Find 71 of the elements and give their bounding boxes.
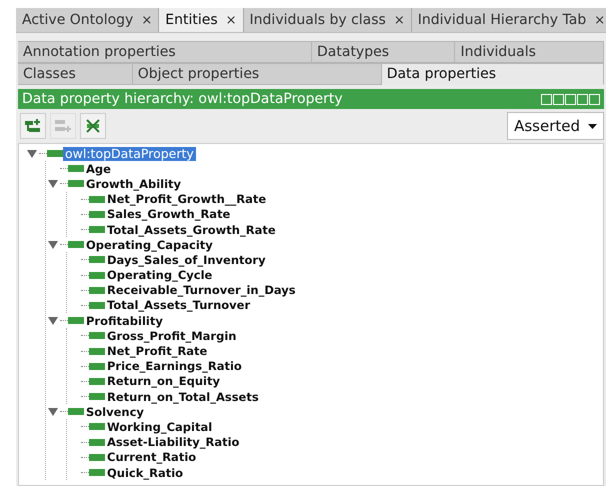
- data-property-icon: [89, 348, 105, 355]
- tree-item[interactable]: Age: [84, 162, 113, 176]
- entity-tab[interactable]: Individuals: [455, 41, 604, 63]
- close-icon[interactable]: ×: [226, 12, 237, 28]
- data-property-icon: [89, 332, 105, 340]
- data-property-icon: [68, 241, 84, 248]
- tree-item[interactable]: Receivable_Turnover_in_Days: [105, 283, 298, 298]
- tree-item[interactable]: Operating_Cycle: [105, 268, 214, 282]
- tree-item[interactable]: Quick_Ratio: [105, 466, 186, 480]
- data-property-icon: [89, 196, 105, 203]
- tree-item[interactable]: Solvency: [84, 404, 146, 419]
- data-property-icon: [68, 317, 84, 324]
- tree-item[interactable]: Net_Profit_Growth__Rate: [105, 192, 268, 206]
- close-icon[interactable]: ×: [594, 12, 606, 28]
- expand-toggle[interactable]: [46, 406, 60, 417]
- delete-button[interactable]: [80, 113, 106, 139]
- delete-icon: [84, 118, 102, 134]
- tree-item[interactable]: Asset-Liability_Ratio: [105, 435, 242, 450]
- tree-item[interactable]: Gross_Profit_Margin: [105, 328, 238, 343]
- data-property-icon: [89, 362, 105, 370]
- data-property-icon: [68, 408, 84, 416]
- close-icon[interactable]: ×: [141, 12, 152, 28]
- tree-item[interactable]: Growth_Ability: [84, 176, 184, 191]
- tree-item[interactable]: Total_Assets_Growth_Rate: [105, 222, 278, 237]
- data-property-icon: [68, 180, 84, 188]
- data-property-icon: [89, 423, 105, 430]
- tree-item[interactable]: Days_Sales_of_Inventory: [105, 252, 268, 267]
- data-property-icon: [68, 165, 84, 172]
- data-property-icon: [89, 393, 105, 400]
- data-property-icon: [89, 272, 105, 279]
- data-property-icon: [89, 226, 105, 234]
- mode-dropdown[interactable]: Asserted: [507, 112, 604, 140]
- entity-tab[interactable]: Datatypes: [312, 41, 456, 63]
- tab[interactable]: Active Ontology ×: [16, 8, 160, 32]
- tree-item[interactable]: Price_Earnings_Ratio: [105, 359, 244, 374]
- data-property-icon: [89, 256, 105, 264]
- expand-toggle[interactable]: [46, 240, 60, 250]
- data-property-icon: [89, 302, 105, 309]
- tree-item[interactable]: Working_Capital: [105, 420, 214, 434]
- expand-toggle[interactable]: [46, 316, 60, 326]
- add-subproperty-icon: [24, 118, 42, 134]
- tree-item[interactable]: owl:topDataProperty: [63, 146, 196, 161]
- tree-item[interactable]: Profitability: [84, 314, 165, 328]
- tree-item[interactable]: Sales_Growth_Rate: [105, 207, 232, 222]
- tree-item[interactable]: Return_on_Equity: [105, 374, 222, 388]
- data-property-icon: [89, 286, 105, 294]
- close-icon[interactable]: ×: [394, 12, 405, 28]
- data-property-icon: [89, 378, 105, 385]
- data-property-icon: [89, 438, 105, 446]
- tab[interactable]: Individual Hierarchy Tab ×: [412, 8, 606, 32]
- tree-item[interactable]: Operating_Capacity: [84, 238, 215, 252]
- data-property-icon: [89, 210, 105, 218]
- view-title: Data property hierarchy: owl:topDataProperty: [22, 91, 343, 107]
- expand-toggle[interactable]: [25, 148, 39, 159]
- caret-icon: [588, 124, 597, 128]
- entity-tab[interactable]: Data properties: [382, 63, 604, 85]
- entity-tab[interactable]: Classes: [18, 63, 133, 85]
- add-sibling-icon: [54, 118, 72, 134]
- data-property-icon: [89, 454, 105, 461]
- tab[interactable]: Entities ×: [159, 8, 244, 32]
- data-property-icon: [47, 150, 63, 158]
- data-property-icon: [89, 469, 105, 476]
- tab[interactable]: Individuals by class ×: [244, 8, 412, 32]
- add-sub-button[interactable]: [20, 113, 46, 139]
- expand-toggle[interactable]: [46, 178, 60, 189]
- entity-tab[interactable]: Annotation properties: [18, 41, 312, 63]
- tree-item[interactable]: Net_Profit_Rate: [105, 344, 210, 358]
- entity-tab[interactable]: Object properties: [132, 63, 382, 85]
- tree-item[interactable]: Current_Ratio: [105, 450, 198, 464]
- tree-item[interactable]: Return_on_Total_Assets: [105, 390, 261, 404]
- tree-item[interactable]: Total_Assets_Turnover: [105, 298, 252, 312]
